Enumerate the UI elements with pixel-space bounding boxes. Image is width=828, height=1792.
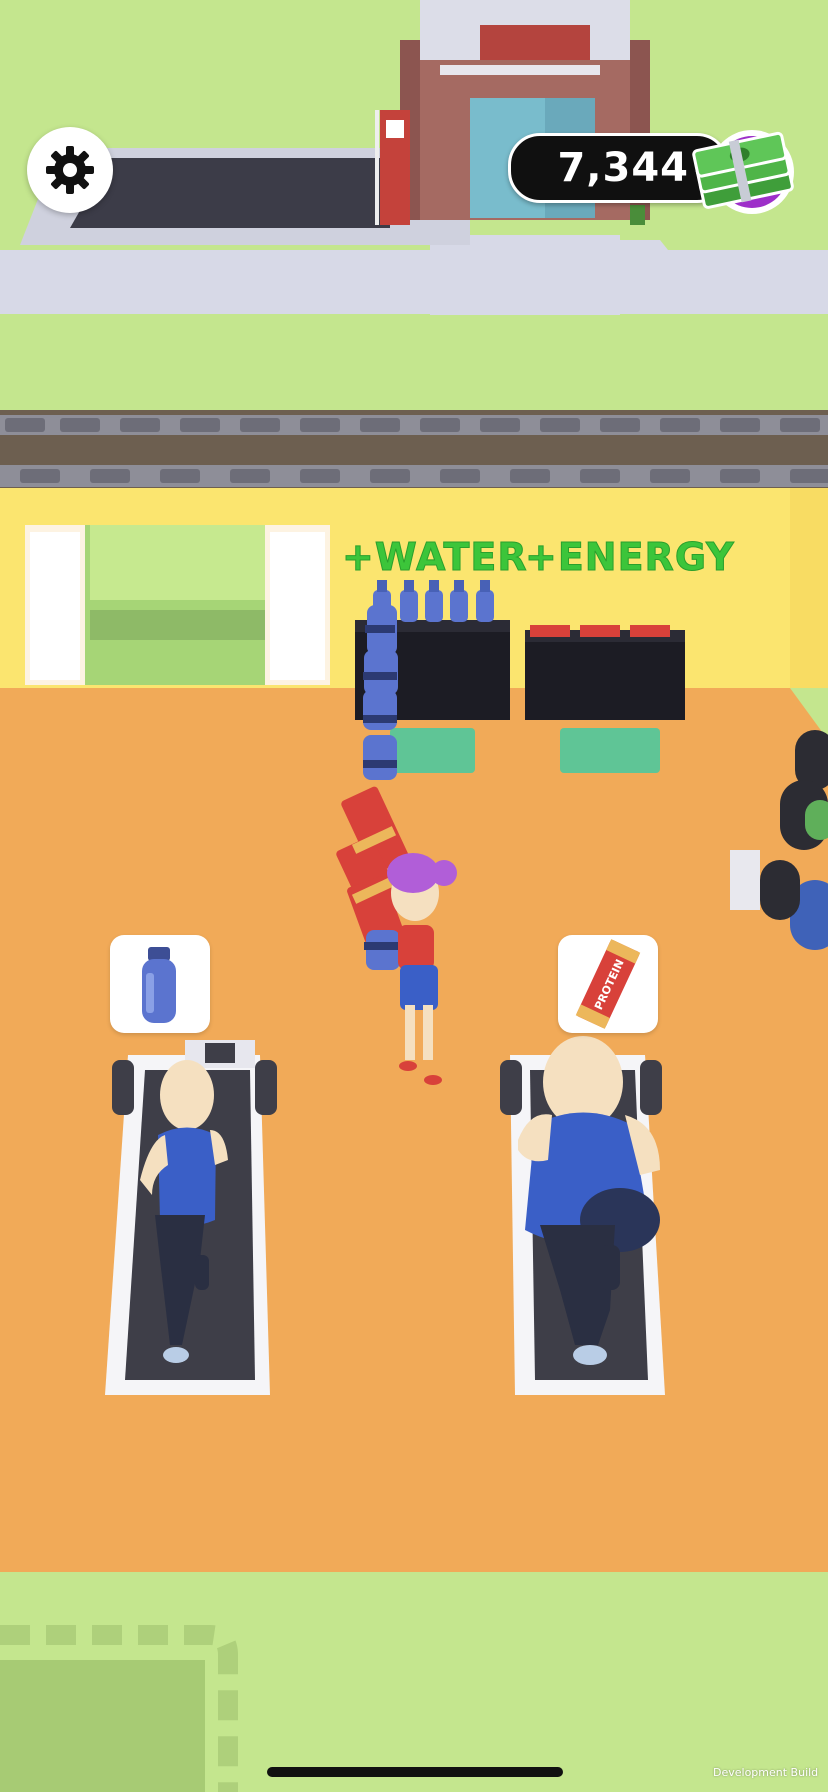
stone-wall <box>0 410 828 490</box>
request-bubble-right: PROTEIN <box>558 935 658 1033</box>
gear-icon <box>46 146 94 194</box>
home-indicator[interactable] <box>267 1767 563 1777</box>
money-stack-icon <box>690 125 800 215</box>
road <box>0 250 828 314</box>
cash-amount: 7,344 <box>557 145 689 191</box>
water-station-label: +WATER <box>342 535 528 580</box>
protein-bar-icon: PROTEIN <box>575 939 641 1029</box>
game-scene <box>0 0 828 1792</box>
energy-station-label: +ENERGY <box>525 535 735 580</box>
gym-doorway <box>25 525 330 685</box>
request-bubble-left <box>110 935 210 1033</box>
settings-button[interactable] <box>27 127 113 213</box>
development-build-label: Development Build <box>713 1766 819 1779</box>
water-bottle-icon <box>142 947 176 1023</box>
